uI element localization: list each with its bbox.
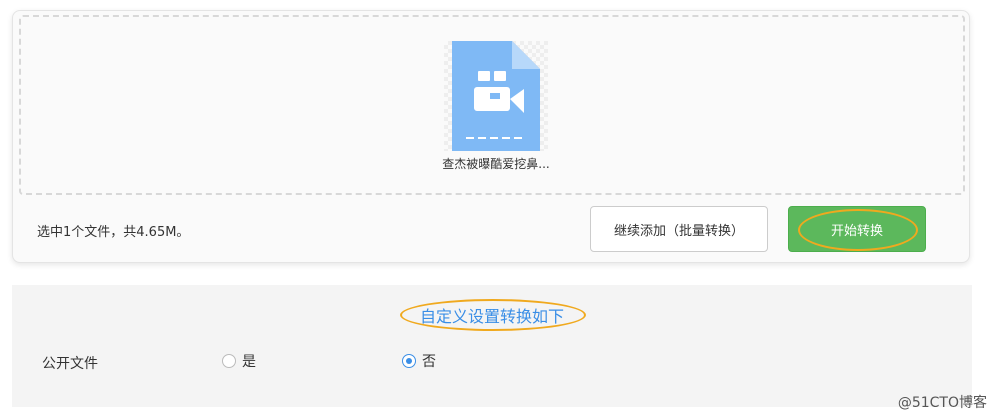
public-file-label: 公开文件 [42, 356, 98, 372]
video-file-icon [452, 41, 540, 151]
file-drop-zone[interactable]: 查杰被曝酷爱挖鼻... [19, 15, 965, 195]
radio-option-no[interactable]: 否 [402, 351, 436, 371]
settings-panel: 自定义设置转换如下 公开文件 是 否 [12, 285, 972, 407]
file-thumbnail [444, 41, 548, 151]
selection-summary: 选中1个文件，共4.65M。 [37, 225, 190, 240]
upload-card: 查杰被曝酷爱挖鼻... 选中1个文件，共4.65M。 继续添加（批量转换） 开始… [12, 10, 970, 263]
radio-yes[interactable] [222, 354, 236, 368]
start-convert-button[interactable]: 开始转换 [788, 206, 926, 252]
continue-add-button[interactable]: 继续添加（批量转换） [590, 206, 768, 252]
radio-option-yes[interactable]: 是 [222, 351, 256, 371]
radio-yes-label: 是 [242, 354, 256, 370]
file-item[interactable]: 查杰被曝酷爱挖鼻... [431, 41, 561, 172]
file-name: 查杰被曝酷爱挖鼻... [442, 157, 550, 171]
settings-title: 自定义设置转换如下 [419, 307, 564, 326]
radio-no[interactable] [402, 354, 416, 368]
watermark: @51CTO博客 [897, 395, 987, 411]
radio-no-label: 否 [422, 354, 436, 370]
